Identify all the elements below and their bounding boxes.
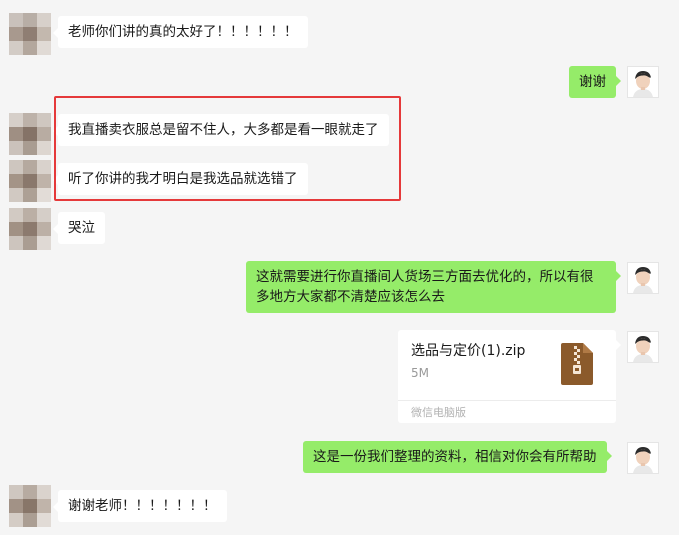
outgoing-message[interactable]: 这是一份我们整理的资料，相信对你会有所帮助: [303, 441, 611, 473]
incoming-message[interactable]: 哭泣: [53, 212, 105, 244]
my-avatar[interactable]: [627, 442, 659, 474]
file-name: 选品与定价(1).zip: [411, 343, 526, 359]
person-avatar-icon: [628, 263, 658, 293]
message-text: 哭泣: [68, 220, 95, 236]
incoming-message[interactable]: 老师你们讲的真的太好了！！！！！！: [53, 16, 308, 48]
message-text: 谢谢老师！！！！！！！: [68, 498, 217, 514]
contact-avatar[interactable]: [9, 208, 51, 250]
my-avatar[interactable]: [627, 66, 659, 98]
contact-avatar[interactable]: [9, 13, 51, 55]
zip-file-icon: [561, 343, 593, 385]
my-avatar[interactable]: [627, 331, 659, 363]
file-size: 5M: [411, 366, 429, 380]
person-avatar-icon: [628, 67, 658, 97]
contact-avatar[interactable]: [9, 160, 51, 202]
person-avatar-icon: [628, 443, 658, 473]
message-text: 这就需要进行你直播间人货场三方面去优化的，所以有很多地方大家都不清楚应该怎么去: [256, 269, 594, 305]
contact-avatar[interactable]: [9, 113, 51, 155]
message-text: 老师你们讲的真的太好了！！！！！！: [68, 24, 298, 40]
file-source-label: 微信电脑版: [411, 406, 466, 419]
outgoing-message[interactable]: 谢谢: [569, 66, 621, 98]
file-message-card[interactable]: 选品与定价(1).zip 5M 微信电脑版: [398, 330, 621, 423]
divider: [398, 400, 616, 401]
contact-avatar[interactable]: [9, 485, 51, 527]
message-text: 谢谢: [579, 74, 606, 90]
person-avatar-icon: [628, 332, 658, 362]
my-avatar[interactable]: [627, 262, 659, 294]
outgoing-message[interactable]: 这就需要进行你直播间人货场三方面去优化的，所以有很多地方大家都不清楚应该怎么去: [246, 261, 621, 313]
incoming-message[interactable]: 谢谢老师！！！！！！！: [53, 490, 227, 522]
highlight-box: [54, 96, 401, 201]
message-text: 这是一份我们整理的资料，相信对你会有所帮助: [313, 449, 597, 465]
